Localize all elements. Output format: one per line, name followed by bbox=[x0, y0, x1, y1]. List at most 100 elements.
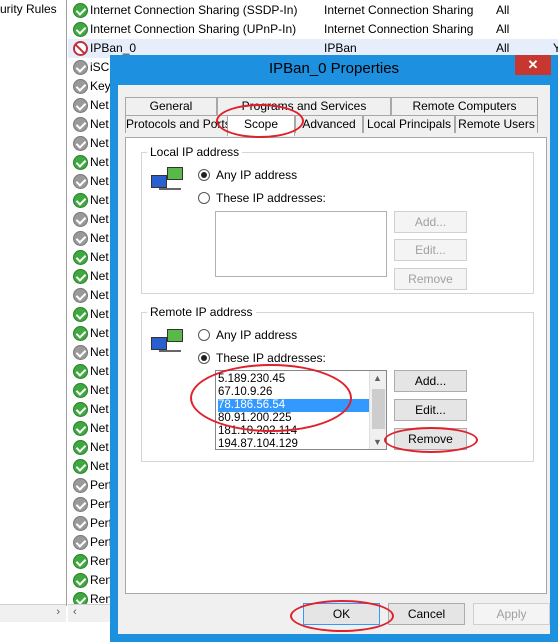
rule-name: Net bbox=[90, 383, 109, 397]
disabled-rule-icon bbox=[73, 60, 88, 75]
dialog-title: IPBan_0 Properties bbox=[268, 60, 400, 77]
apply-button[interactable]: Apply bbox=[473, 603, 550, 625]
left-pane-item-security-rules[interactable]: urity Rules bbox=[0, 2, 57, 16]
remote-any-ip-radio[interactable] bbox=[198, 329, 210, 341]
remote-ip-item[interactable]: 78.186.56.54 bbox=[218, 399, 369, 412]
remote-ip-item[interactable]: 181.10.202.114 bbox=[218, 425, 297, 438]
rule-name: Net bbox=[90, 136, 109, 150]
tab-general[interactable]: General bbox=[125, 97, 217, 115]
remote-ip-item[interactable]: 194.87.104.129 bbox=[218, 438, 298, 451]
tab-protocols-and-ports[interactable]: Protocols and Ports bbox=[125, 115, 231, 133]
rule-name: Net bbox=[90, 269, 109, 283]
tab-advanced[interactable]: Advanced bbox=[295, 115, 363, 133]
properties-dialog: IPBan_0 Properties ✕ General Programs an… bbox=[110, 55, 558, 642]
local-ip-list[interactable] bbox=[215, 211, 387, 277]
local-any-ip-radio[interactable] bbox=[198, 169, 210, 181]
remote-these-ips-radio[interactable] bbox=[198, 352, 210, 364]
left-pane-scrollbar[interactable]: › bbox=[0, 604, 66, 622]
remote-ip-list-scrollbar[interactable]: ▲ ▼ bbox=[369, 371, 386, 449]
block-rule-icon bbox=[73, 41, 88, 56]
close-button[interactable]: ✕ bbox=[515, 55, 551, 75]
enabled-rule-icon bbox=[73, 459, 88, 474]
enabled-rule-icon bbox=[73, 269, 88, 284]
rule-group: Internet Connection Sharing bbox=[324, 22, 474, 36]
rule-name: Net bbox=[90, 440, 109, 454]
rule-name: IPBan_0 bbox=[90, 41, 137, 55]
enabled-rule-icon bbox=[73, 193, 88, 208]
enabled-rule-icon bbox=[73, 326, 88, 341]
rule-group: Internet Connection Sharing bbox=[324, 3, 474, 17]
scrollbar-thumb[interactable] bbox=[372, 389, 385, 429]
remote-these-ips-label: These IP addresses: bbox=[216, 351, 326, 365]
remote-edit-button[interactable]: Edit... bbox=[394, 399, 467, 421]
remote-add-button[interactable]: Add... bbox=[394, 370, 467, 392]
remote-ip-group: Remote IP address Any IP address These I… bbox=[141, 305, 534, 462]
table-row[interactable]: Internet Connection Sharing (UPnP-In) Int… bbox=[68, 20, 558, 39]
enabled-rule-icon bbox=[73, 573, 88, 588]
rule-profile: All bbox=[496, 22, 510, 36]
rule-name: Key bbox=[90, 79, 111, 93]
rule-group: IPBan bbox=[324, 41, 357, 55]
disabled-rule-icon bbox=[73, 231, 88, 246]
rule-name: Perf bbox=[90, 516, 113, 530]
local-edit-button[interactable]: Edit... bbox=[394, 239, 467, 261]
rule-name: Net bbox=[90, 307, 109, 321]
rule-name: Net bbox=[90, 421, 109, 435]
rule-name: Perf bbox=[90, 478, 113, 492]
local-these-ips-radio[interactable] bbox=[198, 192, 210, 204]
local-remove-button[interactable]: Remove bbox=[394, 268, 467, 290]
scroll-up-icon[interactable]: ▲ bbox=[373, 373, 382, 383]
scroll-down-icon[interactable]: ▼ bbox=[373, 437, 382, 447]
scroll-left-icon[interactable]: ‹ bbox=[73, 606, 77, 618]
tab-remote-users[interactable]: Remote Users bbox=[455, 115, 538, 133]
ok-button[interactable]: OK bbox=[303, 603, 380, 625]
tab-scope[interactable]: Scope bbox=[227, 115, 295, 136]
local-any-ip-label: Any IP address bbox=[216, 168, 298, 182]
disabled-rule-icon bbox=[73, 478, 88, 493]
enabled-rule-icon bbox=[73, 250, 88, 265]
enabled-rule-icon bbox=[73, 383, 88, 398]
tab-local-principals[interactable]: Local Principals bbox=[363, 115, 455, 133]
rule-name: Net bbox=[90, 98, 109, 112]
rule-extra: Y bbox=[553, 41, 558, 55]
disabled-rule-icon bbox=[73, 212, 88, 227]
enabled-rule-icon bbox=[73, 364, 88, 379]
enabled-rule-icon bbox=[73, 22, 88, 37]
local-ip-group-label: Local IP address bbox=[147, 145, 243, 159]
local-these-ips-label: These IP addresses: bbox=[216, 191, 326, 205]
table-row[interactable]: Internet Connection Sharing (SSDP-In) Int… bbox=[68, 1, 558, 20]
tab-remote-computers[interactable]: Remote Computers bbox=[391, 97, 538, 115]
cancel-button[interactable]: Cancel bbox=[388, 603, 465, 625]
rule-profile: All bbox=[496, 3, 510, 17]
remote-ip-item[interactable]: 67.10.9.26 bbox=[218, 386, 272, 399]
rule-name: Net bbox=[90, 459, 109, 473]
remote-ip-list[interactable]: 194.87.104.129 181.10.202.114 80.91.200.22… bbox=[215, 370, 387, 450]
tab-programs-and-services[interactable]: Programs and Services bbox=[217, 97, 391, 115]
rule-name: Perf bbox=[90, 535, 113, 549]
scroll-right-icon[interactable]: › bbox=[56, 606, 60, 618]
disabled-rule-icon bbox=[73, 516, 88, 531]
enabled-rule-icon bbox=[73, 307, 88, 322]
local-add-button[interactable]: Add... bbox=[394, 211, 467, 233]
network-icon bbox=[151, 167, 185, 193]
rule-name: Perf bbox=[90, 497, 113, 511]
rule-name: Net bbox=[90, 250, 109, 264]
remote-ip-item[interactable]: 80.91.200.225 bbox=[218, 412, 292, 425]
disabled-rule-icon bbox=[73, 117, 88, 132]
rule-name: Net bbox=[90, 212, 109, 226]
rule-name: Net bbox=[90, 155, 109, 169]
disabled-rule-icon bbox=[73, 174, 88, 189]
enabled-rule-icon bbox=[73, 3, 88, 18]
remote-ip-item[interactable]: 5.189.230.45 bbox=[218, 373, 285, 386]
rule-name: Net bbox=[90, 174, 109, 188]
enabled-rule-icon bbox=[73, 554, 88, 569]
rule-name: Ren bbox=[90, 554, 113, 568]
disabled-rule-icon bbox=[73, 345, 88, 360]
remote-remove-button[interactable]: Remove bbox=[394, 428, 467, 450]
disabled-rule-icon bbox=[73, 497, 88, 512]
left-navigation-pane: urity Rules bbox=[0, 0, 67, 606]
disabled-rule-icon bbox=[73, 136, 88, 151]
disabled-rule-icon bbox=[73, 79, 88, 94]
enabled-rule-icon bbox=[73, 421, 88, 436]
rule-name: Net bbox=[90, 345, 109, 359]
